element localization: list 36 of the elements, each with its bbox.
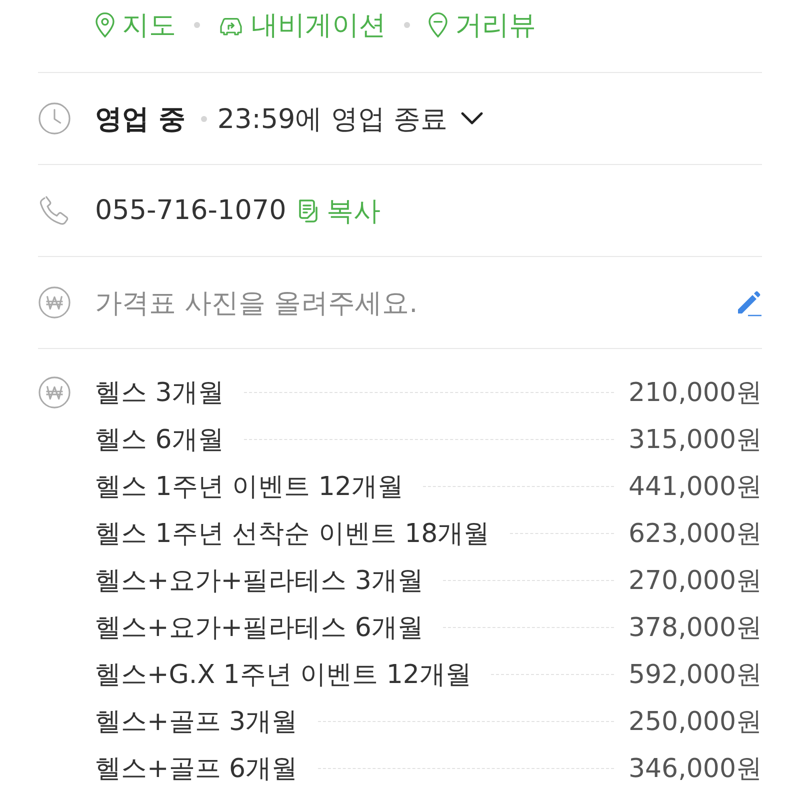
price-value: 378,000원 <box>628 612 762 645</box>
won-icon <box>38 376 71 409</box>
price-value: 592,000원 <box>628 659 762 692</box>
price-value: 623,000원 <box>628 518 762 551</box>
clock-icon <box>38 102 71 135</box>
place-link[interactable]: 지도 <box>95 6 176 44</box>
closing-time-toggle[interactable]: 23:59에 영업 종료 <box>217 100 484 136</box>
price-item-name: 헬스+요가+필라테스 3개월 <box>95 565 424 598</box>
price-item-name: 헬스 3개월 <box>95 377 224 410</box>
price-value: 270,000원 <box>628 565 762 598</box>
price-item-name: 헬스 6개월 <box>95 424 224 457</box>
phone-icon <box>38 194 71 227</box>
price-item-name: 헬스+골프 6개월 <box>95 753 298 786</box>
open-status: 영업 중 <box>95 102 186 136</box>
price-value: 210,000원 <box>628 377 762 410</box>
price-item-name: 헬스 1주년 선착순 이벤트 18개월 <box>95 518 490 551</box>
price-photo-prompt: 가격표 사진을 올려주세요. <box>95 286 419 320</box>
copy-button[interactable]: 복사 <box>297 192 380 228</box>
document-icon <box>297 198 320 222</box>
price-item-name: 헬스+골프 3개월 <box>95 706 298 739</box>
place-link[interactable]: 거리뷰 <box>428 6 536 44</box>
separator-dot-icon <box>194 22 200 28</box>
price-value: 346,000원 <box>628 753 762 786</box>
separator-dot-icon <box>404 22 410 28</box>
price-item-name: 헬스+G.X 1주년 이벤트 12개월 <box>95 659 472 692</box>
price-value: 441,000원 <box>628 471 762 504</box>
map-pin-icon <box>95 12 115 38</box>
pin-minus-icon <box>428 12 448 38</box>
place-link[interactable]: 내비게이션 <box>218 6 386 44</box>
phone-number-link[interactable]: 055-716-1070 <box>95 195 286 226</box>
price-value: 315,000원 <box>628 424 762 457</box>
price-value: 250,000원 <box>628 706 762 739</box>
price-item-name: 헬스 1주년 이벤트 12개월 <box>95 471 404 504</box>
price-item-name: 헬스+요가+필라테스 6개월 <box>95 612 424 645</box>
won-icon <box>38 286 71 319</box>
separator-dot-icon <box>201 116 208 122</box>
